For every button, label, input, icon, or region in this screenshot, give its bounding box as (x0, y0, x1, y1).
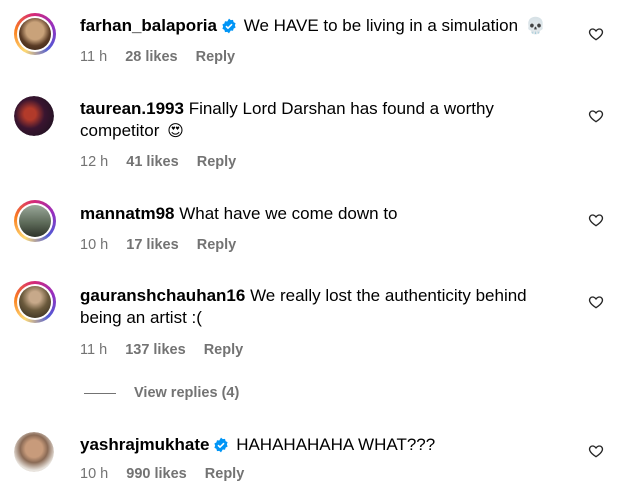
avatar[interactable] (14, 432, 54, 472)
comment-username[interactable]: yashrajmukhate (80, 435, 209, 454)
reply-button[interactable]: Reply (197, 154, 237, 170)
heart-icon[interactable] (588, 443, 604, 459)
comment-likes[interactable]: 28 likes (125, 49, 177, 65)
view-replies-button[interactable]: View replies (4) (84, 385, 239, 401)
comment-username[interactable]: taurean.1993 (80, 99, 184, 118)
avatar[interactable] (14, 281, 56, 323)
comment-time[interactable]: 10 h (80, 466, 108, 482)
comment-meta: 11 h 137 likes Reply (80, 342, 257, 358)
comment-meta: 12 h 41 likes Reply (80, 154, 250, 170)
comment-username[interactable]: gauranshchauhan16 (80, 286, 245, 305)
view-replies-label: View replies (4) (134, 385, 240, 401)
comment-emoji: 😍 (167, 123, 184, 140)
reply-button[interactable]: Reply (196, 49, 236, 65)
comment-username[interactable]: farhan_balaporia (80, 16, 217, 35)
verified-badge-icon (214, 437, 229, 453)
comment-likes[interactable]: 17 likes (126, 237, 178, 253)
comment-meta: 10 h 990 likes Reply (80, 466, 258, 482)
comment-time[interactable]: 10 h (80, 237, 108, 253)
comment-body: gauranshchauhan16 We really lost the aut… (80, 285, 540, 329)
avatar[interactable] (14, 200, 56, 242)
comment-emoji: 💀 (525, 18, 546, 35)
comment-time[interactable]: 11 h (80, 49, 107, 65)
comment-body: taurean.1993 Finally Lord Darshan has fo… (80, 98, 520, 143)
heart-icon[interactable] (588, 212, 604, 228)
heart-icon[interactable] (588, 294, 604, 310)
reply-button[interactable]: Reply (197, 237, 237, 253)
view-replies-divider (84, 392, 116, 394)
heart-icon[interactable] (588, 108, 604, 124)
avatar[interactable] (14, 96, 54, 136)
comment-meta: 10 h 17 likes Reply (80, 237, 250, 253)
verified-badge-icon (222, 18, 236, 34)
comment-time[interactable]: 11 h (80, 342, 107, 358)
comment-text: We HAVE to be living in a simulation (243, 16, 519, 35)
comment-username[interactable]: mannatm98 (80, 204, 174, 223)
comment-text: What have we come down to (179, 204, 398, 223)
comment-meta: 11 h 28 likes Reply (80, 49, 249, 65)
comment-body: mannatm98 What have we come down to (80, 203, 550, 225)
comment-likes[interactable]: 990 likes (126, 466, 186, 482)
comment-text: HAHAHAHAHA WHAT??? (236, 435, 436, 454)
comment-time[interactable]: 12 h (80, 154, 108, 170)
reply-button[interactable]: Reply (205, 466, 245, 482)
comment-body: farhan_balaporia We HAVE to be living in… (80, 15, 550, 38)
comment-body: yashrajmukhate HAHAHAHAHA WHAT??? (80, 434, 550, 456)
comment-likes[interactable]: 41 likes (126, 154, 178, 170)
heart-icon[interactable] (588, 26, 604, 42)
reply-button[interactable]: Reply (204, 342, 244, 358)
avatar[interactable] (14, 13, 56, 55)
comment-likes[interactable]: 137 likes (125, 342, 185, 358)
